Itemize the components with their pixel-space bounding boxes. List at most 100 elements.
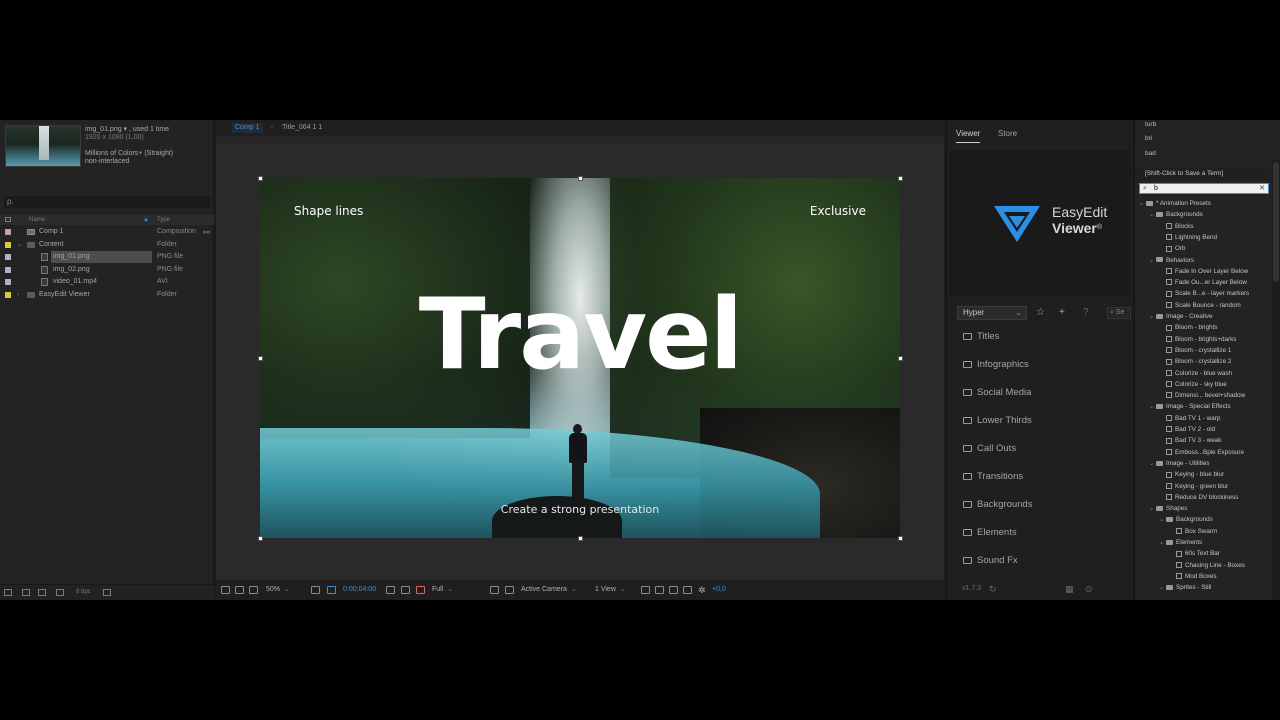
tree-preset[interactable]: Bad TV 1 - warp [1159, 413, 1220, 424]
tree-preset[interactable]: Box Swarm [1169, 526, 1217, 537]
tree-preset[interactable]: Reduce DV blockiness [1159, 492, 1238, 503]
recent-term-3[interactable]: bad [1145, 150, 1156, 157]
transform-handle-ml[interactable] [258, 356, 263, 361]
channel-icon[interactable] [416, 586, 425, 594]
tree-preset[interactable]: Bloom - brights+darks [1159, 334, 1236, 345]
recent-term-1[interactable]: turb [1145, 121, 1156, 128]
refresh-icon[interactable]: ↻ [989, 578, 997, 600]
tree-preset[interactable]: Colorize - sky blue [1159, 379, 1227, 390]
fast-previews-icon[interactable] [655, 586, 664, 594]
show-snapshot-icon[interactable] [401, 586, 410, 594]
project-item[interactable]: img_01.png PNG file [0, 251, 214, 264]
pack-select[interactable]: Hyper ⌄ [957, 306, 1027, 320]
tree-preset[interactable]: Orb [1159, 243, 1186, 254]
interpret-footage-icon[interactable] [4, 589, 12, 596]
effects-scrollbar[interactable] [1272, 160, 1280, 600]
category-item[interactable]: Backgrounds [961, 495, 1131, 515]
current-time[interactable]: 0:00:04:00 [343, 580, 376, 600]
zoom-select[interactable]: 50% [266, 580, 290, 600]
expand-arrow-icon[interactable]: ⌄ [1149, 458, 1156, 469]
canvas-title-travel[interactable]: Travel [260, 280, 900, 390]
tree-preset[interactable]: Keying - blue blur [1159, 469, 1224, 480]
tree-preset[interactable]: Colorize - blue wash [1159, 368, 1232, 379]
grid-view-icon[interactable]: ▦ [1065, 578, 1074, 600]
tree-folder[interactable]: ⌄ * Animation Presets [1139, 198, 1211, 209]
help-icon[interactable]: ? [1083, 308, 1089, 318]
transform-handle-br[interactable] [898, 536, 903, 541]
expand-arrow-icon[interactable]: ⌄ [1149, 401, 1156, 412]
tree-preset[interactable]: Blocks [1159, 221, 1194, 232]
tree-preset[interactable]: Dimensi... bevel+shadow [1159, 390, 1245, 401]
new-comp-icon[interactable] [38, 589, 46, 596]
exposure-icon[interactable]: ✲ [698, 580, 706, 600]
always-preview-icon[interactable] [221, 586, 230, 594]
canvas-subtitle[interactable]: Create a strong presentation [260, 503, 900, 516]
expand-arrow-icon[interactable]: ⌄ [1149, 255, 1156, 266]
view-layout-select[interactable]: 1 View [595, 580, 626, 600]
size-slider-icon[interactable]: ⊙ [1085, 578, 1093, 600]
project-item[interactable]: › EasyEdit Viewer Folder [0, 289, 214, 301]
label-color-swatch[interactable] [5, 241, 11, 248]
flowchart-icon[interactable]: ⚯ [203, 228, 210, 237]
transform-handle-bc[interactable] [578, 536, 583, 541]
transform-handle-tr[interactable] [898, 176, 903, 181]
snapshot-icon[interactable] [386, 586, 395, 594]
transparency-icon[interactable] [327, 586, 336, 594]
settings-icon[interactable] [56, 589, 64, 596]
expand-arrow-icon[interactable]: › [17, 289, 19, 301]
tree-folder[interactable]: ⌄ Behaviors [1149, 255, 1194, 266]
expand-arrow-icon[interactable]: ⌄ [1149, 503, 1156, 514]
category-item[interactable]: Call Outs [961, 439, 1131, 459]
tree-preset[interactable]: Emboss...Bple Exposure [1159, 447, 1244, 458]
comp-canvas[interactable]: Shape lines Exclusive Travel Create a st… [260, 178, 900, 538]
resolution-select[interactable]: Full [432, 580, 453, 600]
bpc-label[interactable]: 8 bpc [76, 589, 91, 595]
expand-arrow-icon[interactable]: ⌄ [17, 239, 22, 251]
label-color-swatch[interactable] [5, 229, 11, 235]
project-item[interactable]: ⌄ Content Folder [0, 239, 214, 251]
tree-preset[interactable]: Bad TV 2 - old [1159, 424, 1215, 435]
transform-handle-tc[interactable] [578, 176, 583, 181]
canvas-text-exclusive[interactable]: Exclusive [810, 204, 866, 218]
save-term-hint[interactable]: [Shift-Click to Save a Term] [1135, 167, 1271, 181]
tree-folder[interactable]: ⌄ Backgrounds [1159, 514, 1213, 525]
tab-title-064[interactable]: Title_064 1 1 [282, 120, 322, 136]
category-item[interactable]: Titles [961, 327, 1131, 347]
grid-icon[interactable] [311, 586, 320, 594]
tree-preset[interactable]: Mod Boxes [1169, 571, 1217, 582]
expand-arrow-icon[interactable]: ⌄ [1159, 537, 1166, 548]
expand-arrow-icon[interactable]: ⌄ [1159, 582, 1166, 593]
monitor-icon[interactable] [235, 586, 244, 594]
tab-viewer[interactable]: Viewer [956, 129, 981, 143]
tree-folder[interactable]: ⌄ Sprites - Still [1159, 582, 1211, 593]
tree-preset[interactable]: Scale B...e - layer markers [1159, 288, 1249, 299]
tree-preset[interactable]: Keying - green blur [1159, 481, 1228, 492]
comp-viewport[interactable]: Shape lines Exclusive Travel Create a st… [216, 144, 944, 580]
category-item[interactable]: Lower Thirds [961, 411, 1131, 431]
add-icon[interactable]: + [1059, 308, 1065, 318]
viewer-search-input[interactable]: ⌕ Se [1107, 307, 1131, 319]
tree-folder[interactable]: ⌄ Image - Creative [1149, 311, 1213, 322]
label-color-swatch[interactable] [5, 266, 11, 273]
project-item[interactable]: Comp 1 Composition [0, 226, 214, 238]
exposure-value[interactable]: +0,0 [712, 580, 726, 600]
sort-icon[interactable]: ▲ [143, 217, 149, 223]
effects-search-input[interactable]: ⌕ b ✕ [1139, 183, 1269, 194]
label-color-swatch[interactable] [5, 292, 11, 298]
tree-folder[interactable]: ⌄ Image - Utilities [1149, 458, 1209, 469]
expand-arrow-icon[interactable]: ⌄ [1159, 514, 1166, 525]
flowchart-view-icon[interactable] [683, 586, 692, 594]
project-item[interactable]: img_02.png PNG file [0, 264, 214, 276]
trash-icon[interactable] [103, 589, 111, 596]
category-item[interactable]: Sound Fx [961, 551, 1131, 571]
camera-select[interactable]: Active Camera [521, 580, 577, 600]
tree-preset[interactable]: Bloom - crystallize 1 [1159, 345, 1231, 356]
tree-preset[interactable]: Lightning Bend [1159, 232, 1217, 243]
tree-preset[interactable]: Bad TV 3 - weak [1159, 435, 1221, 446]
label-column-icon[interactable] [5, 217, 11, 222]
transform-handle-bl[interactable] [258, 536, 263, 541]
expand-arrow-icon[interactable]: ⌄ [1149, 311, 1156, 322]
tree-folder[interactable]: ⌄ Shapes [1149, 503, 1187, 514]
expand-arrow-icon[interactable]: ⌄ [1139, 198, 1146, 209]
transform-handle-tl[interactable] [258, 176, 263, 181]
